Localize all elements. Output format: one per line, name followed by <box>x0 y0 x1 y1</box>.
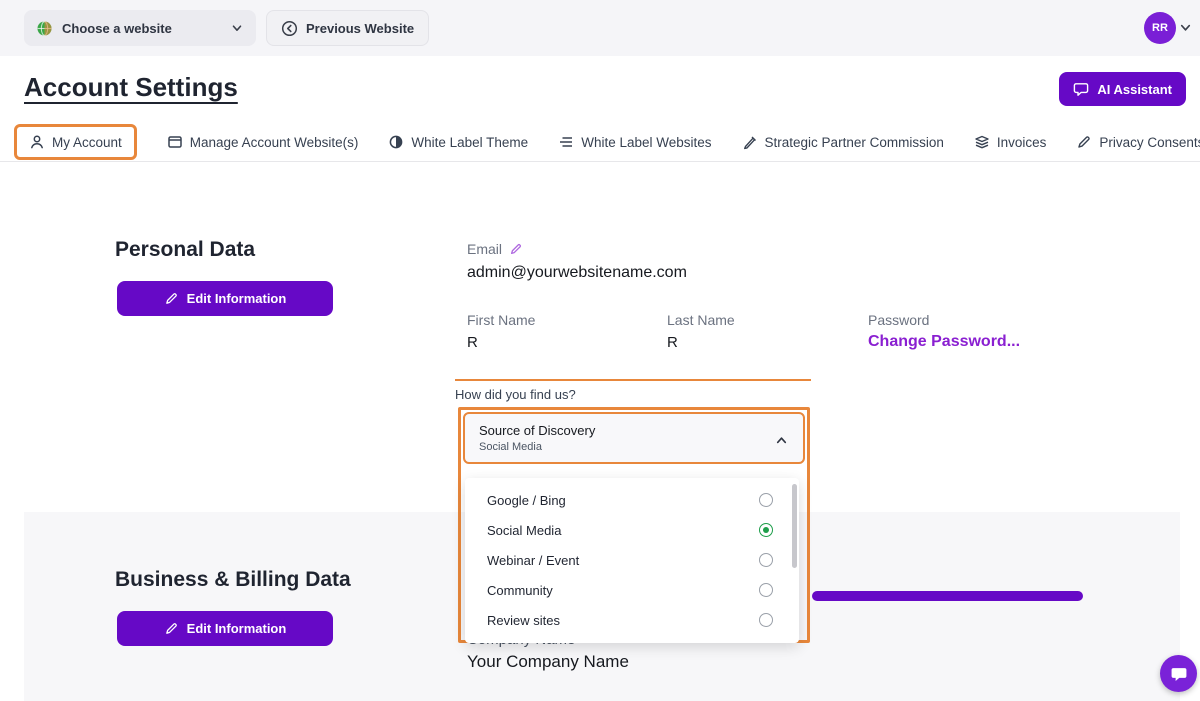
email-label-text: Email <box>467 241 502 257</box>
last-name-label: Last Name <box>667 312 735 328</box>
page-title: Account Settings <box>24 72 238 103</box>
tab-label: Privacy Consents <box>1099 135 1200 150</box>
radio-unchecked-icon[interactable] <box>759 583 773 597</box>
tab-label: Manage Account Website(s) <box>190 135 359 150</box>
tab-label: White Label Theme <box>411 135 528 150</box>
business-billing-title: Business & Billing Data <box>115 568 351 592</box>
radio-unchecked-icon[interactable] <box>759 493 773 507</box>
scrollbar-thumb[interactable] <box>792 484 797 568</box>
change-password-link[interactable]: Change Password... <box>868 333 1020 351</box>
ai-assistant-label: AI Assistant <box>1097 82 1172 97</box>
dropdown-title: Source of Discovery <box>479 423 789 438</box>
find-us-label: How did you find us? <box>455 387 811 402</box>
email-value: admin@yourwebsitename.com <box>467 264 687 282</box>
option-label: Social Media <box>487 523 759 538</box>
tab-manage-account-websites[interactable]: Manage Account Website(s) <box>167 134 359 150</box>
option-google-bing[interactable]: Google / Bing <box>465 485 799 515</box>
chat-widget-button[interactable] <box>1160 655 1197 692</box>
avatar-chevron-down-icon[interactable] <box>1178 20 1193 35</box>
edit-info-label: Edit Information <box>187 621 287 636</box>
option-label: Community <box>487 583 759 598</box>
contrast-icon <box>388 134 404 150</box>
top-bar: Choose a website Previous Website RR <box>0 0 1200 56</box>
option-webinar-event[interactable]: Webinar / Event <box>465 545 799 575</box>
quill-icon <box>742 134 758 150</box>
pencil-icon <box>164 621 179 636</box>
globe-icon <box>36 20 53 37</box>
first-name-value: R <box>467 334 478 351</box>
avatar[interactable]: RR <box>1144 12 1176 44</box>
choose-website-label: Choose a website <box>62 21 221 36</box>
choose-website-select[interactable]: Choose a website <box>24 10 256 46</box>
tab-white-label-theme[interactable]: White Label Theme <box>388 134 528 150</box>
ai-assistant-button[interactable]: AI Assistant <box>1059 72 1186 106</box>
layers-icon <box>974 134 990 150</box>
tab-label: Invoices <box>997 135 1047 150</box>
dropdown-selected-value: Social Media <box>479 441 789 453</box>
last-name-value: R <box>667 334 678 351</box>
edit-personal-info-button[interactable]: Edit Information <box>117 281 333 316</box>
tab-label: White Label Websites <box>581 135 711 150</box>
option-community[interactable]: Community <box>465 575 799 605</box>
tab-label: Strategic Partner Commission <box>765 135 944 150</box>
edit-business-info-button[interactable]: Edit Information <box>117 611 333 646</box>
progress-bar <box>812 591 1083 601</box>
chevron-up-icon <box>774 433 789 448</box>
first-name-label: First Name <box>467 312 535 328</box>
settings-tabs: My Account Manage Account Website(s) Whi… <box>14 122 1200 162</box>
edit-info-label: Edit Information <box>187 291 287 306</box>
option-label: Webinar / Event <box>487 553 759 568</box>
pencil-icon <box>1076 134 1092 150</box>
option-label: Review sites <box>487 613 759 628</box>
radio-checked-icon[interactable] <box>759 523 773 537</box>
account-settings-page: Choose a website Previous Website RR Acc… <box>0 0 1200 701</box>
option-review-sites[interactable]: Review sites <box>465 605 799 635</box>
email-label: Email <box>467 241 523 257</box>
password-label: Password <box>868 312 929 328</box>
previous-website-button[interactable]: Previous Website <box>266 10 429 46</box>
option-label: Google / Bing <box>487 493 759 508</box>
personal-data-title: Personal Data <box>115 238 255 262</box>
radio-unchecked-icon[interactable] <box>759 553 773 567</box>
tab-label: My Account <box>52 135 122 150</box>
how-did-you-find-us-field: How did you find us? <box>455 379 811 402</box>
chat-icon <box>1073 81 1089 97</box>
chevron-down-icon <box>230 21 244 35</box>
pencil-icon <box>164 291 179 306</box>
tab-privacy-consents[interactable]: Privacy Consents <box>1076 134 1200 150</box>
tab-my-account[interactable]: My Account <box>14 124 137 160</box>
dropdown-options-panel: Google / Bing Social Media Webinar / Eve… <box>465 478 799 643</box>
browser-window-icon <box>167 134 183 150</box>
dropdown-trigger[interactable]: Source of Discovery Social Media <box>463 412 805 464</box>
source-of-discovery-dropdown: Source of Discovery Social Media Google … <box>458 407 810 643</box>
tab-strategic-partner-commission[interactable]: Strategic Partner Commission <box>742 134 944 150</box>
back-arrow-icon <box>281 20 298 37</box>
list-icon <box>558 134 574 150</box>
radio-unchecked-icon[interactable] <box>759 613 773 627</box>
tab-invoices[interactable]: Invoices <box>974 134 1047 150</box>
option-social-media[interactable]: Social Media <box>465 515 799 545</box>
person-icon <box>29 134 45 150</box>
previous-website-label: Previous Website <box>306 21 414 36</box>
tabs-divider <box>0 161 1200 162</box>
tab-white-label-websites[interactable]: White Label Websites <box>558 134 711 150</box>
company-name-value: Your Company Name <box>467 652 629 672</box>
chat-icon <box>1170 665 1188 683</box>
edit-email-icon[interactable] <box>509 242 523 256</box>
